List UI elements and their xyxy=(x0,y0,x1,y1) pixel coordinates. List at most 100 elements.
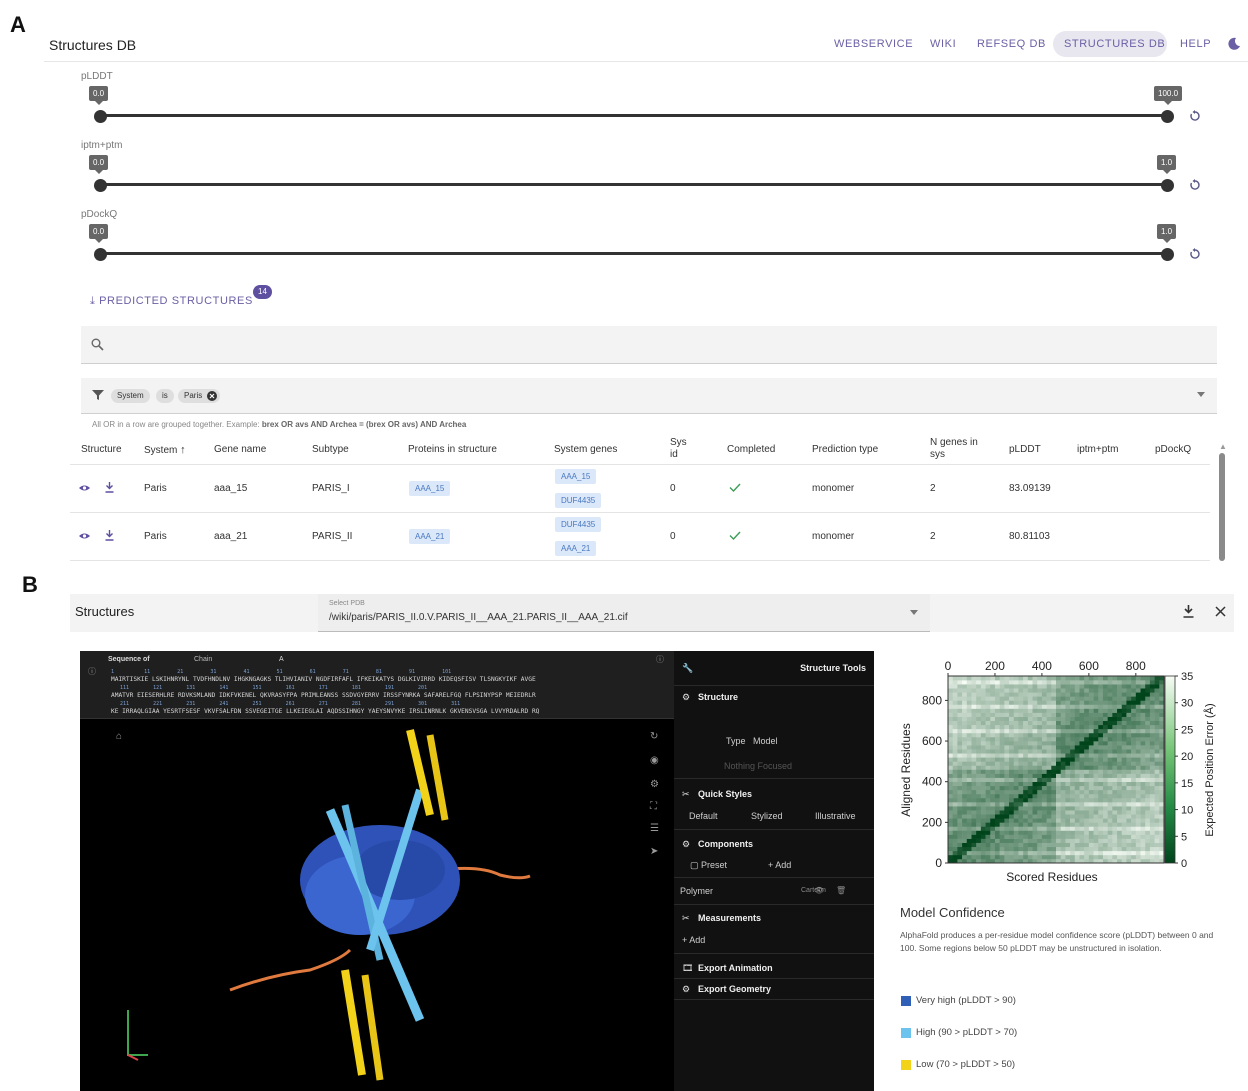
select-mode-icon[interactable]: ➤ xyxy=(650,846,658,857)
download-predicted-structures-button[interactable]: ⤓ PREDICTED STRUCTURES xyxy=(90,295,253,308)
cell-sys-id: 0 xyxy=(670,483,676,494)
heatmap-cell xyxy=(1093,846,1099,852)
heatmap-cell xyxy=(1140,720,1146,726)
measurements-section[interactable]: Measurements xyxy=(674,913,874,923)
nav-webservice[interactable]: WEBSERVICE xyxy=(834,38,913,50)
snapshot-icon[interactable]: ◉ xyxy=(650,755,659,766)
export-geometry-button[interactable]: Export Geometry xyxy=(674,984,874,994)
help-icon[interactable]: ⓘ xyxy=(656,654,664,665)
style-illustrative-button[interactable]: Illustrative xyxy=(815,811,856,821)
sysgene-chip[interactable]: AAA_21 xyxy=(555,541,597,556)
protein-chip[interactable]: AAA_15 xyxy=(409,481,451,496)
col-sys-id[interactable]: Sys id xyxy=(670,437,696,461)
components-section[interactable]: Components xyxy=(674,839,874,849)
download-icon[interactable] xyxy=(1183,605,1194,618)
close-icon[interactable] xyxy=(1215,606,1226,617)
protein-chip[interactable]: AAA_21 xyxy=(409,529,451,544)
nav-help[interactable]: HELP xyxy=(1180,38,1211,50)
col-structure[interactable]: Structure xyxy=(81,444,122,456)
heatmap-cell xyxy=(1018,785,1024,791)
chevron-down-icon[interactable] xyxy=(1197,392,1205,398)
slider-plddt-track[interactable] xyxy=(100,114,1168,117)
col-n-genes[interactable]: N genes in sys xyxy=(930,437,980,461)
protein-3d-render[interactable] xyxy=(80,720,674,1091)
dark-mode-icon[interactable] xyxy=(1227,37,1241,51)
download-icon[interactable] xyxy=(105,482,114,493)
visibility-eye-icon[interactable]: 👁 xyxy=(814,886,824,895)
col-plddt[interactable]: pLDDT xyxy=(1009,444,1041,456)
remove-chip-icon[interactable] xyxy=(207,391,218,401)
slider-plddt-max-thumb[interactable] xyxy=(1161,110,1174,123)
heatmap-cell xyxy=(980,806,986,811)
style-stylized-button[interactable]: Stylized xyxy=(751,811,783,821)
slider-plddt-min-thumb[interactable] xyxy=(94,110,107,123)
scroll-up-icon[interactable]: ▲ xyxy=(1219,442,1227,451)
col-proteins[interactable]: Proteins in structure xyxy=(408,444,497,456)
cell-system: Paris xyxy=(144,483,167,494)
filter-bar[interactable]: System is Paris xyxy=(81,378,1217,414)
heatmap-cell xyxy=(1018,676,1024,681)
sysgene-chip[interactable]: DUF4435 xyxy=(555,517,602,532)
sequence-panel[interactable]: Sequence of Chain A ⓘ ⓘ 1 11 21 31 41 51… xyxy=(80,651,674,719)
table-scrollbar[interactable] xyxy=(1219,453,1225,561)
style-default-button[interactable]: Default xyxy=(689,811,718,821)
sysgene-chip[interactable]: AAA_15 xyxy=(555,469,597,484)
nav-wiki[interactable]: WIKI xyxy=(930,38,956,50)
filter-chip-value[interactable]: Paris xyxy=(178,389,221,403)
sequence-line[interactable]: AMATVR EIESERHLRE RDVKSMLAND IDKFVKENEL … xyxy=(111,692,536,699)
nav-structures-db[interactable]: STRUCTURES DB xyxy=(1064,38,1165,50)
add-measurement-button[interactable]: + Add xyxy=(682,935,705,945)
view-eye-icon[interactable] xyxy=(79,484,90,492)
slider-iptm-max-thumb[interactable] xyxy=(1161,179,1174,192)
export-animation-button[interactable]: Export Animation xyxy=(674,963,874,973)
sequence-line[interactable]: KE IRRAQLGIAA YESRTFSESF VKVFSALFDN SSVE… xyxy=(111,708,539,715)
col-system[interactable]: System ↑ xyxy=(144,444,186,457)
col-completed[interactable]: Completed xyxy=(727,444,775,456)
reset-view-icon[interactable]: ↻ xyxy=(650,731,658,742)
slider-pdockq-min-thumb[interactable] xyxy=(94,248,107,261)
heatmap-cell xyxy=(1145,680,1151,685)
heatmap-cell xyxy=(971,732,977,738)
slider-pdockq-max-thumb[interactable] xyxy=(1161,248,1174,261)
sysgene-chip[interactable]: DUF4435 xyxy=(555,493,602,508)
col-system-genes[interactable]: System genes xyxy=(554,444,617,456)
heatmap-cell xyxy=(1046,728,1052,734)
molstar-viewer[interactable]: Sequence of Chain A ⓘ ⓘ 1 11 21 31 41 51… xyxy=(80,651,674,1091)
heatmap-cell xyxy=(1037,785,1043,791)
reset-iptm-icon[interactable] xyxy=(1189,179,1201,191)
chain-value[interactable]: A xyxy=(279,656,284,663)
slider-pdockq-track[interactable] xyxy=(100,252,1168,255)
add-component-button[interactable]: + Add xyxy=(768,860,791,870)
nav-refseq-db[interactable]: REFSEQ DB xyxy=(977,38,1046,50)
cell-gene: aaa_15 xyxy=(214,483,248,494)
delete-icon[interactable]: 🗑 xyxy=(836,886,846,895)
col-iptm-ptm[interactable]: iptm+ptm xyxy=(1077,444,1118,456)
sequence-line[interactable]: MAIRTISKIE LSKIHNRYNL TVDFHNDLNV IHGKNGA… xyxy=(111,676,536,683)
expand-icon[interactable]: ⛶ xyxy=(650,801,657,812)
reset-plddt-icon[interactable] xyxy=(1189,110,1201,122)
slider-iptm-track[interactable] xyxy=(100,183,1168,186)
col-subtype[interactable]: Subtype xyxy=(312,444,349,456)
filter-chip-operator[interactable]: is xyxy=(156,389,174,403)
col-prediction-type[interactable]: Prediction type xyxy=(812,444,878,456)
filter-chip-field[interactable]: System xyxy=(111,389,150,403)
slider-iptm-min-thumb[interactable] xyxy=(94,179,107,192)
search-input[interactable] xyxy=(81,326,1217,364)
select-pdb-dropdown[interactable]: Select PDB /wiki/paris/PARIS_II.0.V.PARI… xyxy=(318,594,930,632)
settings-icon[interactable]: ⚙ xyxy=(650,779,659,790)
col-pdockq[interactable]: pDockQ xyxy=(1155,444,1191,456)
quick-styles-section[interactable]: Quick Styles xyxy=(674,789,874,799)
view-eye-icon[interactable] xyxy=(79,532,90,540)
controls-icon[interactable]: ☰ xyxy=(650,823,659,834)
structure-section[interactable]: Structure xyxy=(674,692,874,702)
help-icon[interactable]: ⓘ xyxy=(88,666,96,677)
col-gene-name[interactable]: Gene name xyxy=(214,444,266,456)
x-tick-label: 600 xyxy=(1079,659,1099,673)
type-value[interactable]: Model xyxy=(753,736,778,746)
reset-pdockq-icon[interactable] xyxy=(1189,248,1201,260)
preset-button[interactable]: ▢ Preset xyxy=(690,860,727,871)
download-icon[interactable] xyxy=(105,530,114,541)
heatmap-cell xyxy=(948,785,953,791)
heatmap-cell xyxy=(980,676,986,681)
home-icon[interactable]: ⌂ xyxy=(116,731,122,742)
